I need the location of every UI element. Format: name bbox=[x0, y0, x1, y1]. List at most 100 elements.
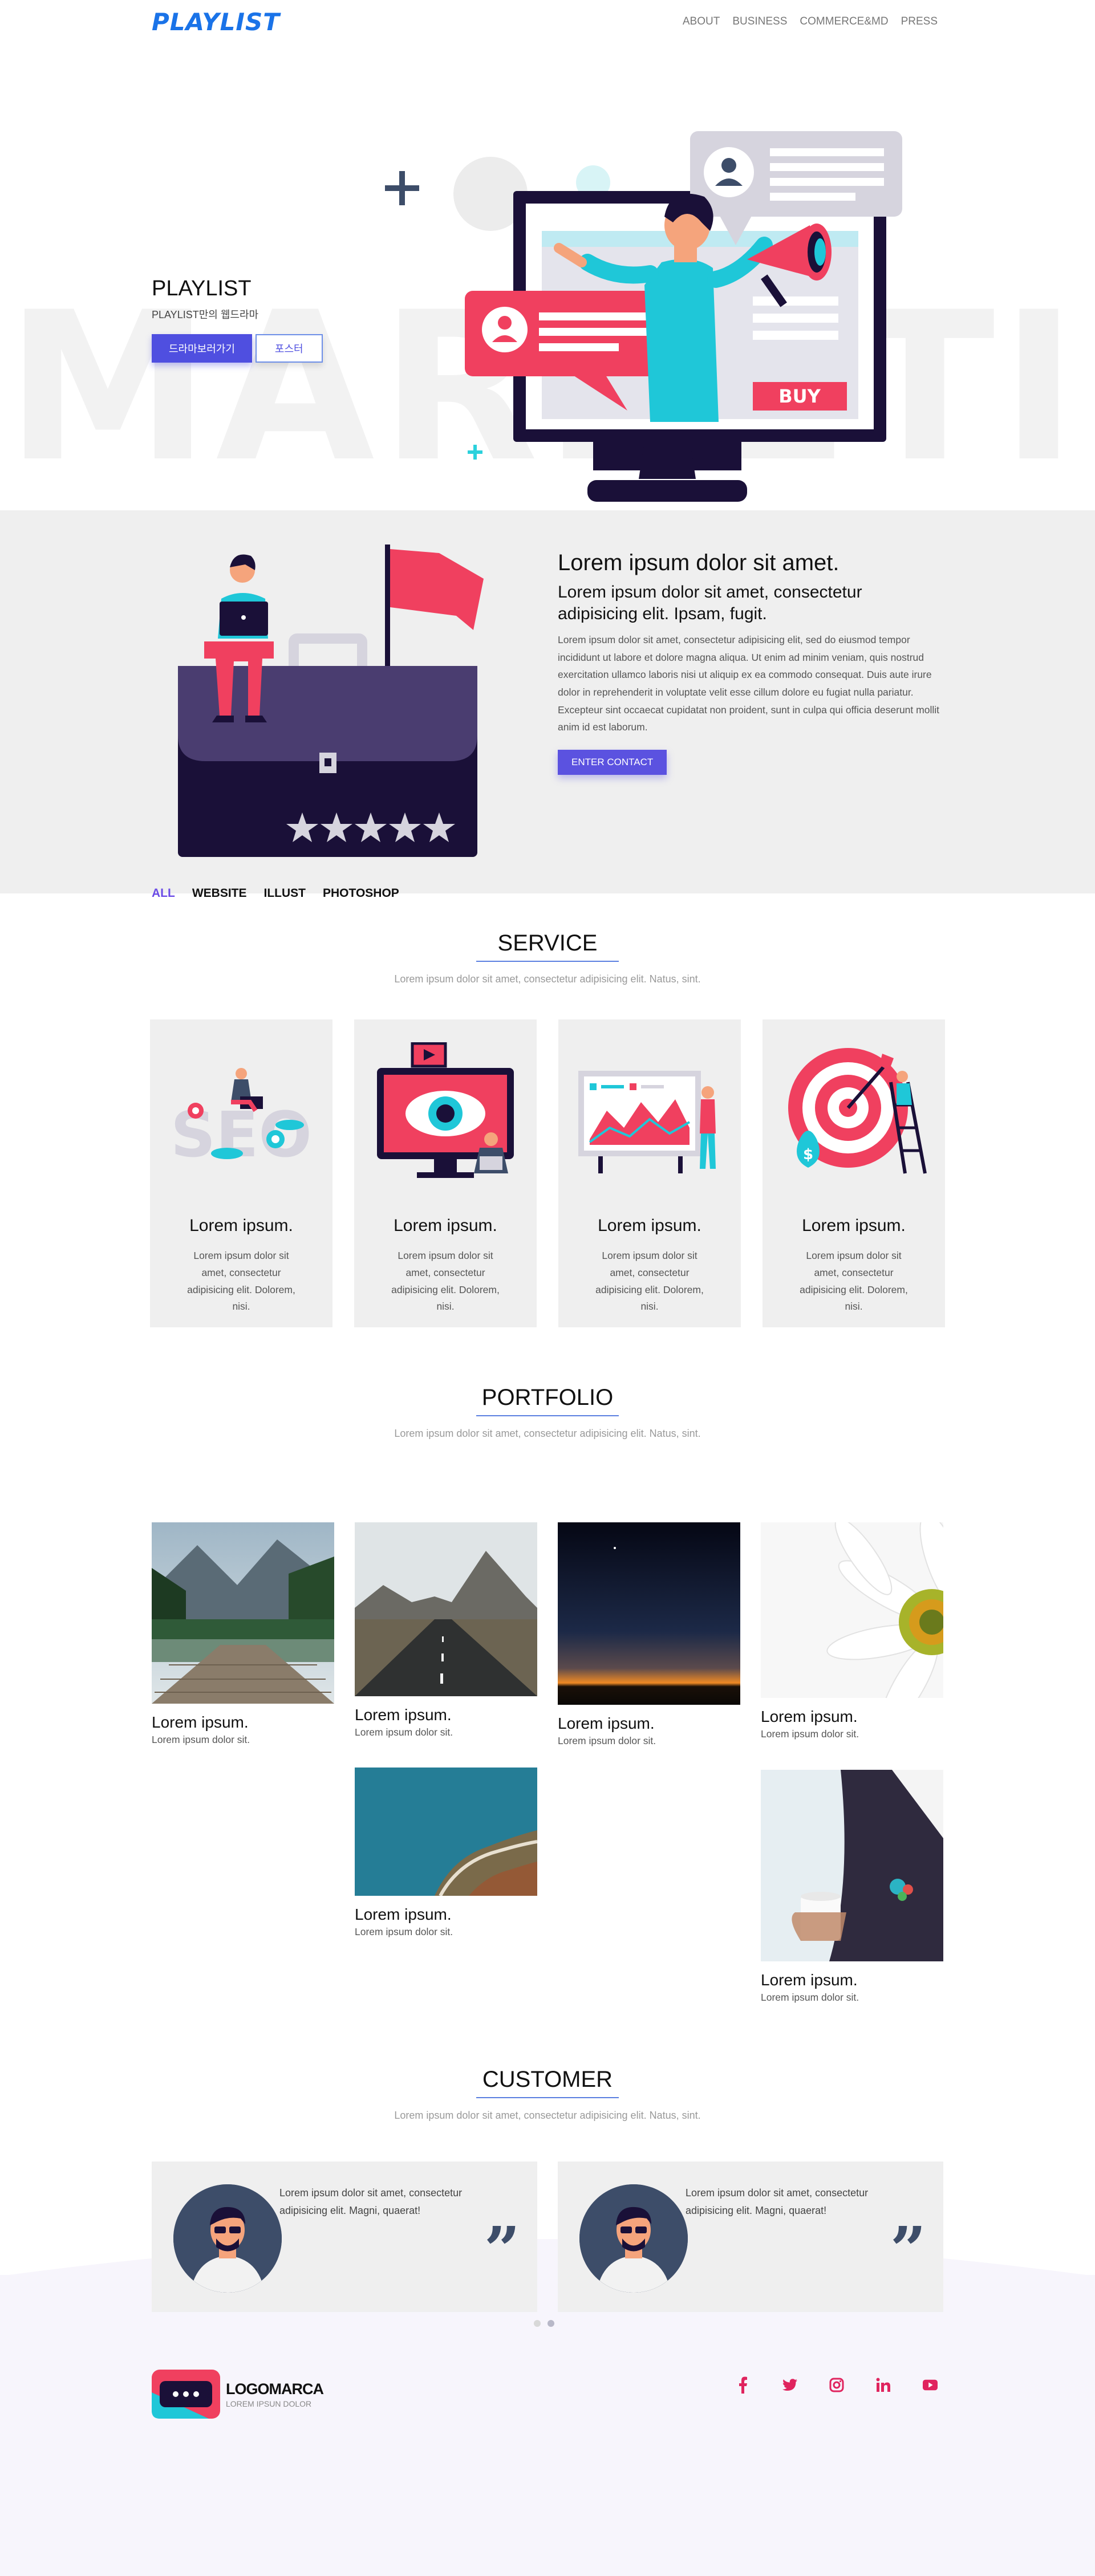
coastline-aerial-photo bbox=[355, 1768, 538, 1897]
service-card[interactable]: Lorem ipsum. Lorem ipsum dolor sit amet,… bbox=[558, 1019, 741, 1327]
service-section: SERVICE Lorem ipsum dolor sit amet, cons… bbox=[0, 893, 1095, 1385]
customer-section: CUSTOMER Lorem ipsum dolor sit amet, con… bbox=[0, 2067, 1095, 2122]
carousel-dot-active[interactable] bbox=[548, 2320, 554, 2327]
service-card-title: Lorem ipsum. bbox=[598, 1216, 701, 1235]
portfolio-item-subtitle: Lorem ipsum dolor sit. bbox=[355, 1926, 453, 1937]
service-title: SERVICE bbox=[497, 931, 598, 956]
about-paragraph: Lorem ipsum dolor sit amet, consectetur … bbox=[558, 634, 939, 733]
hero-section: MARKETING PLAYLIST PLAYLIST만의 웹드라마 드라마보러… bbox=[0, 46, 1095, 510]
mountain-road-photo bbox=[355, 1522, 537, 1696]
lake-pier-photo bbox=[152, 1522, 334, 1704]
portfolio-item-subtitle: Lorem ipsum dolor sit. bbox=[761, 1728, 859, 1740]
watch-drama-button[interactable]: 드라마보러가기 bbox=[152, 334, 252, 363]
filter-photoshop[interactable]: PHOTOSHOP bbox=[323, 887, 399, 900]
nav-about[interactable]: ABOUT bbox=[683, 15, 720, 28]
service-card[interactable]: SEO Lorem ipsum. Lorem ipsum dolor sit a… bbox=[150, 1019, 332, 1327]
portfolio-item[interactable]: Lorem ipsum. Lorem ipsum dolor sit. bbox=[761, 1513, 967, 1740]
portfolio-item-subtitle: Lorem ipsum dolor sit. bbox=[558, 1735, 656, 1746]
about-section: Lorem ipsum dolor sit amet. Lorem ipsum … bbox=[0, 510, 1095, 893]
footer-logo-tagline: LOREM IPSUN DOLOR bbox=[226, 2399, 312, 2408]
portfolio-item-title: Lorem ipsum. bbox=[152, 1713, 249, 1731]
about-subheading: Lorem ipsum dolor sit amet, consectetur … bbox=[558, 583, 862, 623]
poster-button[interactable]: 포스터 bbox=[255, 334, 323, 363]
hero-subtitle: PLAYLIST만의 웹드라마 bbox=[152, 309, 259, 320]
site-header: PLAYLIST ABOUT BUSINESS COMMERCE&MD PRES… bbox=[0, 0, 1095, 46]
night-horizon-photo bbox=[558, 1522, 740, 1705]
about-text: Lorem ipsum dolor sit amet. Lorem ipsum … bbox=[558, 550, 940, 775]
service-card-text: Lorem ipsum dolor sit amet, consectetur … bbox=[595, 1250, 704, 1313]
twitter-icon[interactable] bbox=[782, 2376, 797, 2394]
portfolio-subtitle: Lorem ipsum dolor sit amet, consectetur … bbox=[394, 1428, 701, 1439]
avatar bbox=[579, 2184, 688, 2293]
testimonial-card: Lorem ipsum dolor sit amet, consectetur … bbox=[558, 2161, 943, 2312]
carousel-dots bbox=[534, 2320, 554, 2327]
site-logo[interactable]: PLAYLIST bbox=[152, 8, 280, 36]
portfolio-item[interactable]: Lorem ipsum. Lorem ipsum dolor sit. bbox=[761, 1770, 943, 2004]
chat-logo-icon bbox=[152, 2370, 220, 2419]
portfolio-item-title: Lorem ipsum. bbox=[761, 1708, 858, 1725]
service-card-text: Lorem ipsum dolor sit amet, consectetur … bbox=[800, 1250, 908, 1313]
service-card-title: Lorem ipsum. bbox=[394, 1216, 497, 1235]
portfolio-item-subtitle: Lorem ipsum dolor sit. bbox=[355, 1726, 453, 1738]
portfolio-item[interactable]: Lorem ipsum. Lorem ipsum dolor sit. bbox=[355, 1522, 537, 1738]
footer-logo-name: LOGOMARCA bbox=[226, 2380, 324, 2398]
filter-all[interactable]: ALL bbox=[152, 887, 175, 900]
testimonial-text: Lorem ipsum dolor sit amet, consectetur … bbox=[686, 2187, 869, 2216]
filter-website[interactable]: WEBSITE bbox=[192, 887, 247, 900]
service-card-text: Lorem ipsum dolor sit amet, consectetur … bbox=[391, 1250, 500, 1313]
title-underline bbox=[476, 1415, 619, 1416]
portfolio-item-title: Lorem ipsum. bbox=[355, 1905, 452, 1923]
hero-title: PLAYLIST bbox=[152, 277, 252, 300]
portfolio-item-title: Lorem ipsum. bbox=[355, 1706, 452, 1724]
customer-title: CUSTOMER bbox=[482, 2067, 613, 2092]
buy-label: BUY bbox=[778, 385, 821, 407]
portfolio-filters: ALL WEBSITE ILLUST PHOTOSHOP bbox=[152, 887, 399, 900]
portfolio-item-subtitle: Lorem ipsum dolor sit. bbox=[152, 1734, 250, 1745]
video-eye-icon bbox=[377, 1042, 514, 1178]
about-heading: Lorem ipsum dolor sit amet. bbox=[558, 550, 840, 575]
portfolio-title: PORTFOLIO bbox=[481, 1385, 614, 1410]
portfolio-item[interactable]: Lorem ipsum. Lorem ipsum dolor sit. bbox=[355, 1768, 538, 1938]
service-subtitle: Lorem ipsum dolor sit amet, consectetur … bbox=[394, 973, 701, 985]
nav-commerce[interactable]: COMMERCE&MD bbox=[800, 15, 888, 28]
portfolio-item-subtitle: Lorem ipsum dolor sit. bbox=[761, 1992, 859, 2003]
avatar bbox=[173, 2184, 282, 2293]
testimonial-text: Lorem ipsum dolor sit amet, consectetur … bbox=[279, 2187, 463, 2216]
service-card-title: Lorem ipsum. bbox=[802, 1216, 906, 1235]
carousel-dot[interactable] bbox=[534, 2320, 541, 2327]
filter-illust[interactable]: ILLUST bbox=[264, 887, 306, 900]
portfolio-item[interactable]: Lorem ipsum. Lorem ipsum dolor sit. bbox=[152, 1522, 334, 1746]
nav-business[interactable]: BUSINESS bbox=[732, 15, 787, 28]
briefcase-illustration bbox=[178, 545, 484, 857]
service-card[interactable]: Lorem ipsum. Lorem ipsum dolor sit amet,… bbox=[354, 1019, 537, 1327]
analytics-board-icon bbox=[578, 1071, 716, 1173]
service-card-text: Lorem ipsum dolor sit amet, consectetur … bbox=[187, 1250, 295, 1313]
nav-press[interactable]: PRESS bbox=[901, 15, 938, 28]
social-links bbox=[736, 2376, 938, 2394]
instagram-icon[interactable] bbox=[829, 2376, 844, 2394]
footer-logo[interactable]: LOGOMARCA LOREM IPSUN DOLOR bbox=[152, 2370, 324, 2419]
youtube-icon[interactable] bbox=[923, 2376, 938, 2394]
portfolio-item-title: Lorem ipsum. bbox=[558, 1714, 655, 1732]
portfolio-item[interactable]: Lorem ipsum. Lorem ipsum dolor sit. bbox=[558, 1522, 740, 1747]
svg-text:$: $ bbox=[803, 1146, 813, 1163]
quote-icon: ” bbox=[484, 2213, 520, 2286]
title-underline bbox=[476, 961, 619, 962]
marketing-illustration: BUY bbox=[385, 131, 902, 502]
testimonial-card: Lorem ipsum dolor sit amet, consectetur … bbox=[152, 2161, 537, 2312]
portfolio-item-title: Lorem ipsum. bbox=[761, 1971, 858, 1989]
hero-text: PLAYLIST PLAYLIST만의 웹드라마 드라마보러가기 포스터 bbox=[152, 277, 323, 363]
title-underline bbox=[476, 2097, 619, 2098]
facebook-icon[interactable] bbox=[736, 2376, 751, 2394]
quote-icon: ” bbox=[890, 2213, 926, 2286]
target-icon: $ bbox=[788, 1048, 927, 1174]
daisy-flower-photo bbox=[761, 1513, 967, 1731]
linkedin-icon[interactable] bbox=[876, 2376, 891, 2394]
suit-coffee-photo bbox=[761, 1770, 943, 1961]
enter-contact-button[interactable]: ENTER CONTACT bbox=[558, 749, 667, 775]
customer-subtitle: Lorem ipsum dolor sit amet, consectetur … bbox=[394, 2110, 701, 2121]
seo-icon: SEO bbox=[171, 1068, 312, 1171]
service-card[interactable]: $ Lorem ipsum. Lorem ipsum dolor sit ame… bbox=[763, 1019, 945, 1327]
service-card-title: Lorem ipsum. bbox=[189, 1216, 293, 1235]
main-nav: ABOUT BUSINESS COMMERCE&MD PRESS bbox=[683, 15, 938, 28]
